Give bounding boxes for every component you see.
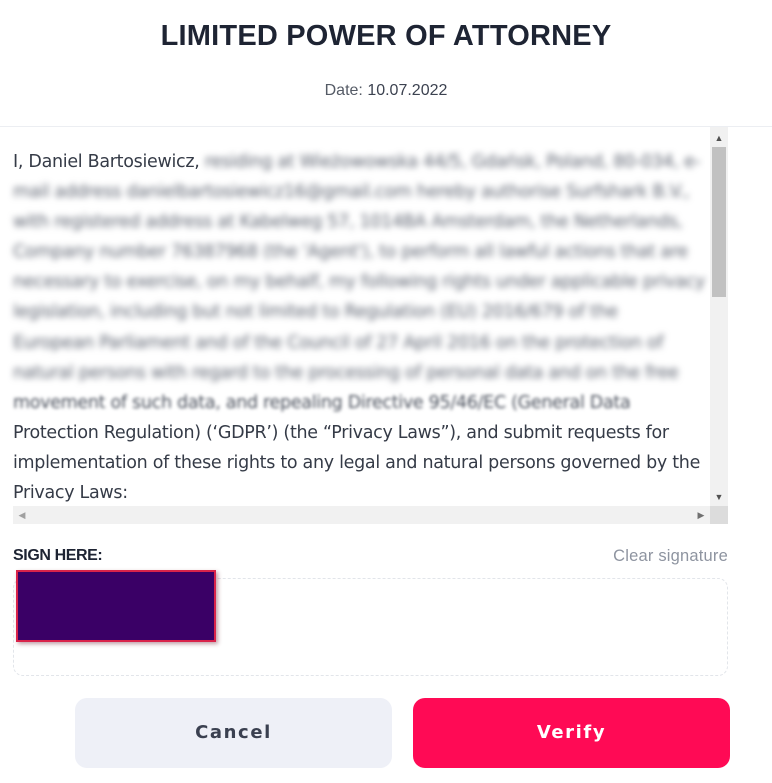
- document-text: I, Daniel Bartosiewicz, residing at Wież…: [13, 147, 705, 508]
- grantor-name: Daniel Bartosiewicz,: [28, 152, 200, 172]
- blurred-line: European Parliament and of the Council o…: [13, 332, 664, 353]
- vertical-scroll-thumb[interactable]: [712, 147, 726, 297]
- document-line: Protection Regulation) (‘GDPR’) (the “Pr…: [13, 422, 669, 443]
- scroll-up-arrow-icon[interactable]: ▲: [710, 129, 728, 147]
- document-text-area[interactable]: I, Daniel Bartosiewicz, residing at Wież…: [0, 127, 730, 527]
- signature-redaction-box: [16, 570, 216, 642]
- scroll-right-arrow-icon[interactable]: ▶: [692, 506, 710, 524]
- document-line: implementation of these rights to any le…: [13, 452, 701, 473]
- document-line: I, Daniel Bartosiewicz, residing at Wież…: [13, 147, 705, 177]
- cancel-button[interactable]: Cancel: [75, 698, 392, 768]
- document-date: Date: 10.07.2022: [0, 82, 772, 100]
- sign-here-label: SIGN HERE:: [13, 547, 103, 564]
- scroll-down-arrow-icon[interactable]: ▼: [710, 488, 728, 506]
- blurred-text: residing at Wieżowowska 44/5, Gdańsk, Po…: [204, 152, 701, 172]
- blurred-line: mail address danielbartosiewicz16@gmail.…: [13, 182, 690, 203]
- blurred-line: natural persons with regard to the proce…: [13, 362, 679, 383]
- vertical-scrollbar[interactable]: ▲ ▼: [710, 127, 728, 506]
- scrollbar-corner: [710, 506, 728, 524]
- page-title: LIMITED POWER OF ATTORNEY: [160, 20, 612, 52]
- blurred-line: Company number 76387968 (the 'Agent'), t…: [13, 242, 688, 263]
- document-line: Privacy Laws:: [13, 483, 128, 504]
- intro-text: I,: [13, 152, 29, 172]
- scroll-left-arrow-icon[interactable]: ◀: [13, 506, 31, 524]
- verify-button[interactable]: Verify: [413, 698, 730, 768]
- blurred-line: with registered address at Kabelweg 57, …: [13, 212, 683, 233]
- clear-signature-link[interactable]: Clear signature: [613, 547, 728, 566]
- blurred-line: legislation, including but not limited t…: [13, 302, 618, 323]
- date-label: Date:: [324, 82, 363, 99]
- blurred-line: movement of such data, and repealing Dir…: [13, 392, 631, 413]
- document-header: LIMITED POWER OF ATTORNEY Date: 10.07.20…: [0, 0, 772, 127]
- date-value: 10.07.2022: [367, 82, 448, 99]
- blurred-line: necessary to exercise, on my behalf, my …: [13, 272, 705, 293]
- horizontal-scrollbar[interactable]: ◀ ▶: [13, 506, 710, 524]
